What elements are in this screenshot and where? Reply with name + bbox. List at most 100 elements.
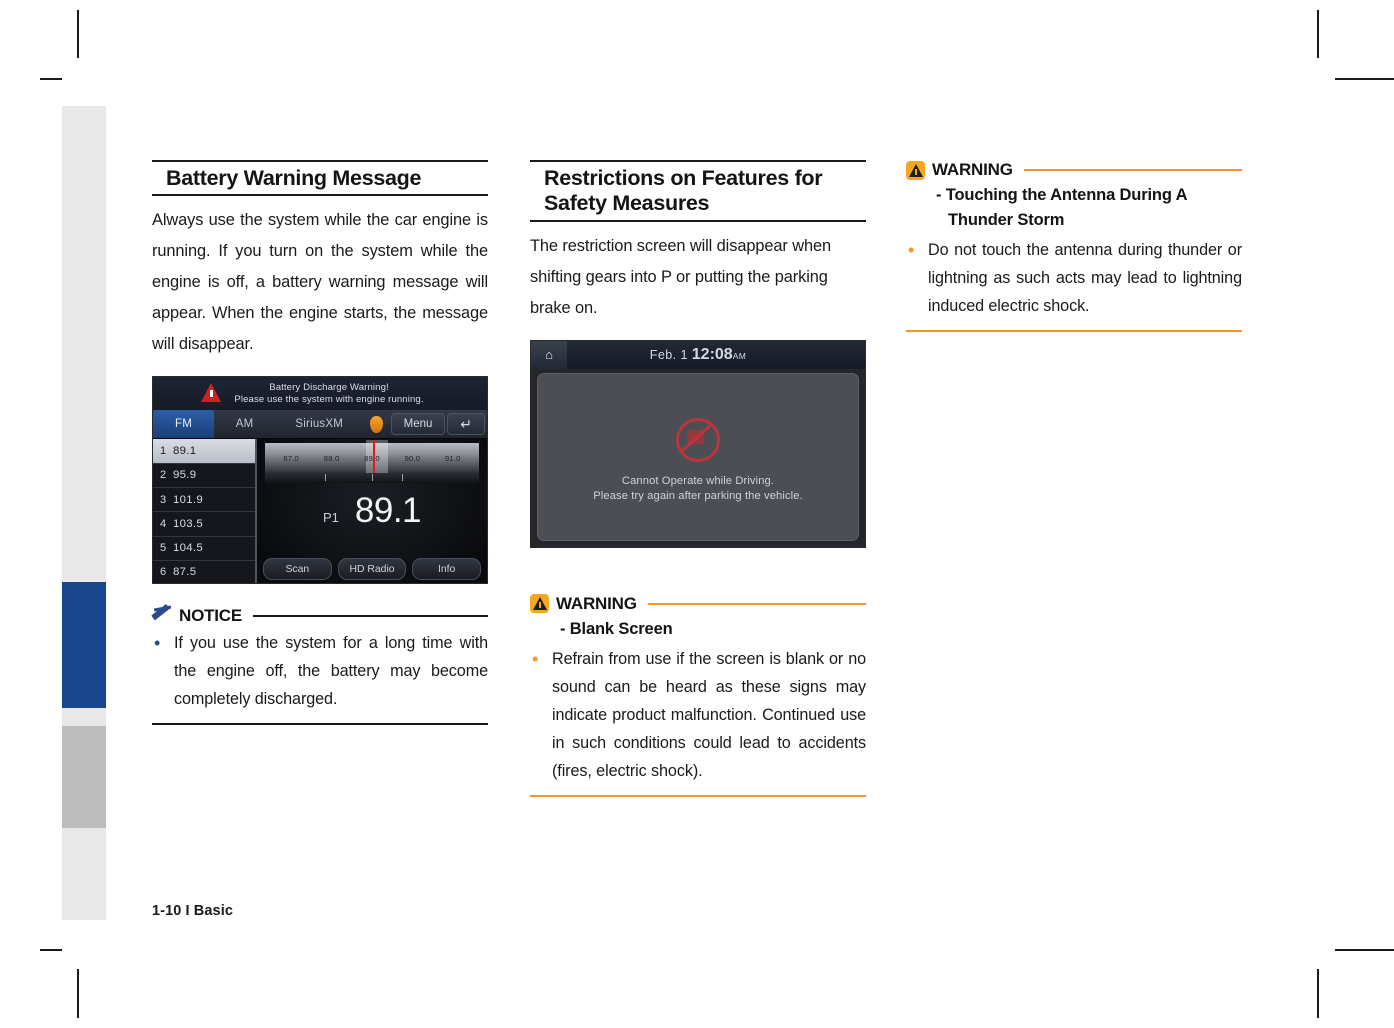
warning-bullet-text: Do not touch the antenna during thunder … bbox=[928, 241, 1242, 315]
dial-base-strip bbox=[265, 473, 479, 484]
dial-tick: 87.0 bbox=[283, 454, 299, 464]
info-button[interactable]: Info bbox=[412, 558, 482, 581]
preset-number: 2 bbox=[159, 469, 167, 482]
preset-frequency: 95.9 bbox=[173, 469, 197, 482]
restriction-body-panel: Cannot Operate while Driving. Please try… bbox=[537, 372, 859, 541]
preset-item-2[interactable]: 2 95.9 bbox=[153, 464, 255, 488]
date-text: Feb. 1 bbox=[649, 347, 688, 362]
crop-mark-bottom-left-vertical bbox=[77, 969, 79, 1018]
radio-main-area: 1 89.1 2 95.9 3 101.9 4 103.5 5 104.5 6 … bbox=[153, 439, 487, 584]
preset-frequency: 87.5 bbox=[173, 566, 197, 579]
crop-mark-bottom-left-horizontal bbox=[40, 949, 62, 951]
preset-frequency: 101.9 bbox=[173, 493, 204, 506]
notice-label: NOTICE bbox=[179, 606, 243, 626]
warning-rule bbox=[647, 602, 866, 605]
preset-item-3[interactable]: 3 101.9 bbox=[153, 488, 255, 513]
crop-mark-top-right-vertical bbox=[1317, 10, 1319, 58]
tab-segment-blue-active bbox=[62, 582, 106, 708]
dial-tick: 91.0 bbox=[444, 454, 461, 464]
radio-warning-line-1: Battery Discharge Warning! bbox=[269, 381, 389, 393]
restriction-message-line-1: Cannot Operate while Driving. bbox=[621, 474, 775, 487]
figure-radio-screen: Battery Discharge Warning! Please use th… bbox=[152, 376, 488, 585]
tab-am[interactable]: AM bbox=[214, 410, 275, 438]
warning-subtitle: - Blank Screen bbox=[560, 619, 673, 638]
warning-bullet-row: • Refrain from use if the screen is blan… bbox=[530, 645, 866, 785]
warning-bullet-row: • Do not touch the antenna during thunde… bbox=[906, 236, 1242, 320]
tab-segment-light-top bbox=[62, 106, 106, 582]
crop-mark-top-left-horizontal bbox=[40, 78, 62, 80]
radio-tuner-area: 87.0 88.0 89.0 90.0 91.0 P1 89.1 Scan HD… bbox=[257, 439, 487, 584]
warning-subtitle: - Touching the Antenna During A Thunder … bbox=[936, 183, 1242, 233]
restriction-top-bar: ⌂ Feb. 1 12:08AM bbox=[531, 340, 865, 369]
radio-bottom-buttons: Scan HD Radio Info bbox=[263, 558, 482, 581]
warning-label: WARNING bbox=[932, 160, 1013, 179]
notice-callout: NOTICE • If you use the system for a lon… bbox=[151, 604, 488, 726]
current-station-display: P1 89.1 bbox=[257, 491, 487, 531]
notice-bullet-text: If you use the system for a long time wi… bbox=[174, 634, 488, 709]
page-title: Restrictions on Features for Safety Meas… bbox=[544, 166, 823, 216]
tab-segment-gray bbox=[62, 726, 106, 828]
dial-tick: 88.0 bbox=[323, 454, 340, 464]
crop-mark-bottom-right-vertical bbox=[1317, 969, 1319, 1018]
crop-mark-top-right-horizontal bbox=[1335, 78, 1394, 80]
preset-frequency: 104.5 bbox=[173, 542, 204, 555]
page-title: Battery Warning Message bbox=[166, 166, 422, 190]
hd-radio-button[interactable]: HD Radio bbox=[337, 558, 407, 581]
figure-restriction-screen: ⌂ Feb. 1 12:08AM Cannot Operate while Dr… bbox=[530, 339, 866, 548]
warning-bullet-text: Refrain from use if the screen is blank … bbox=[552, 649, 866, 780]
body-paragraph: Always use the system while the car engi… bbox=[152, 211, 488, 354]
preset-indicator: P1 bbox=[322, 510, 339, 526]
tab-segment-light-bottom bbox=[62, 828, 106, 920]
no-operation-icon bbox=[676, 417, 720, 462]
bullet-icon: • bbox=[532, 648, 539, 669]
warning-triangle-icon bbox=[906, 160, 925, 180]
dial-tick: 89.0 bbox=[364, 454, 380, 464]
warning-callout-antenna: WARNING - Touching the Antenna During A … bbox=[906, 160, 1242, 332]
radio-warning-line-2: Please use the system with engine runnin… bbox=[234, 393, 424, 405]
radio-warning-text: Battery Discharge Warning! Please use th… bbox=[216, 382, 423, 406]
warning-header: WARNING bbox=[530, 594, 866, 614]
notice-bullet-row: • If you use the system for a long time … bbox=[152, 629, 488, 713]
notice-footer-rule bbox=[152, 723, 488, 726]
menu-button[interactable]: Menu bbox=[390, 413, 446, 436]
time-text: 12:08 bbox=[691, 345, 733, 363]
warning-rule bbox=[1023, 169, 1242, 171]
preset-number: 6 bbox=[159, 566, 167, 579]
warning-callout-blank-screen: WARNING - Blank Screen • Refrain from us… bbox=[530, 594, 866, 797]
tab-siriusxm[interactable]: SiriusXM bbox=[275, 410, 363, 438]
preset-frequency: 103.5 bbox=[173, 517, 204, 530]
dial-tick: 90.0 bbox=[404, 454, 421, 464]
preset-item-6[interactable]: 6 87.5 bbox=[153, 561, 255, 584]
radio-warning-bar: Battery Discharge Warning! Please use th… bbox=[153, 377, 487, 411]
preset-number: 1 bbox=[159, 445, 167, 457]
warning-triangle-icon bbox=[530, 594, 549, 614]
crop-mark-bottom-right-horizontal bbox=[1335, 949, 1394, 951]
ampm-text: AM bbox=[732, 350, 747, 361]
bullet-icon: • bbox=[908, 240, 915, 260]
preset-item-5[interactable]: 5 104.5 bbox=[153, 537, 255, 561]
crop-mark-top-left-vertical bbox=[77, 10, 79, 58]
section-heading-battery-warning: Battery Warning Message bbox=[152, 160, 488, 197]
scan-button[interactable]: Scan bbox=[263, 558, 332, 581]
pencil-icon bbox=[151, 604, 172, 626]
notice-rule bbox=[253, 615, 488, 618]
frequency-dial[interactable]: 87.0 88.0 89.0 90.0 91.0 bbox=[265, 440, 479, 475]
preset-item-1[interactable]: 1 89.1 bbox=[153, 439, 255, 464]
status-indicator-icon bbox=[363, 410, 388, 438]
preset-number: 3 bbox=[159, 493, 167, 506]
notice-header: NOTICE bbox=[151, 604, 488, 626]
warning-triangle-icon bbox=[201, 383, 221, 403]
column-two: Restrictions on Features for Safety Meas… bbox=[530, 160, 866, 797]
preset-list: 1 89.1 2 95.9 3 101.9 4 103.5 5 104.5 6 … bbox=[153, 439, 257, 584]
warning-label: WARNING bbox=[556, 593, 637, 613]
datetime-display: Feb. 1 12:08AM bbox=[531, 346, 865, 364]
warning-subtitle-line-2: Thunder Storm bbox=[948, 211, 1065, 229]
preset-number: 4 bbox=[159, 517, 167, 530]
dial-tick-labels: 87.0 88.0 89.0 90.0 91.0 bbox=[265, 454, 479, 463]
current-frequency: 89.1 bbox=[354, 491, 422, 531]
tab-fm[interactable]: FM bbox=[153, 410, 215, 439]
back-arrow-icon[interactable]: ↵ bbox=[447, 413, 485, 436]
preset-item-4[interactable]: 4 103.5 bbox=[153, 512, 255, 537]
tab-segment-light-gap bbox=[62, 708, 106, 726]
restriction-message-line-2: Please try again after parking the vehic… bbox=[593, 489, 803, 502]
